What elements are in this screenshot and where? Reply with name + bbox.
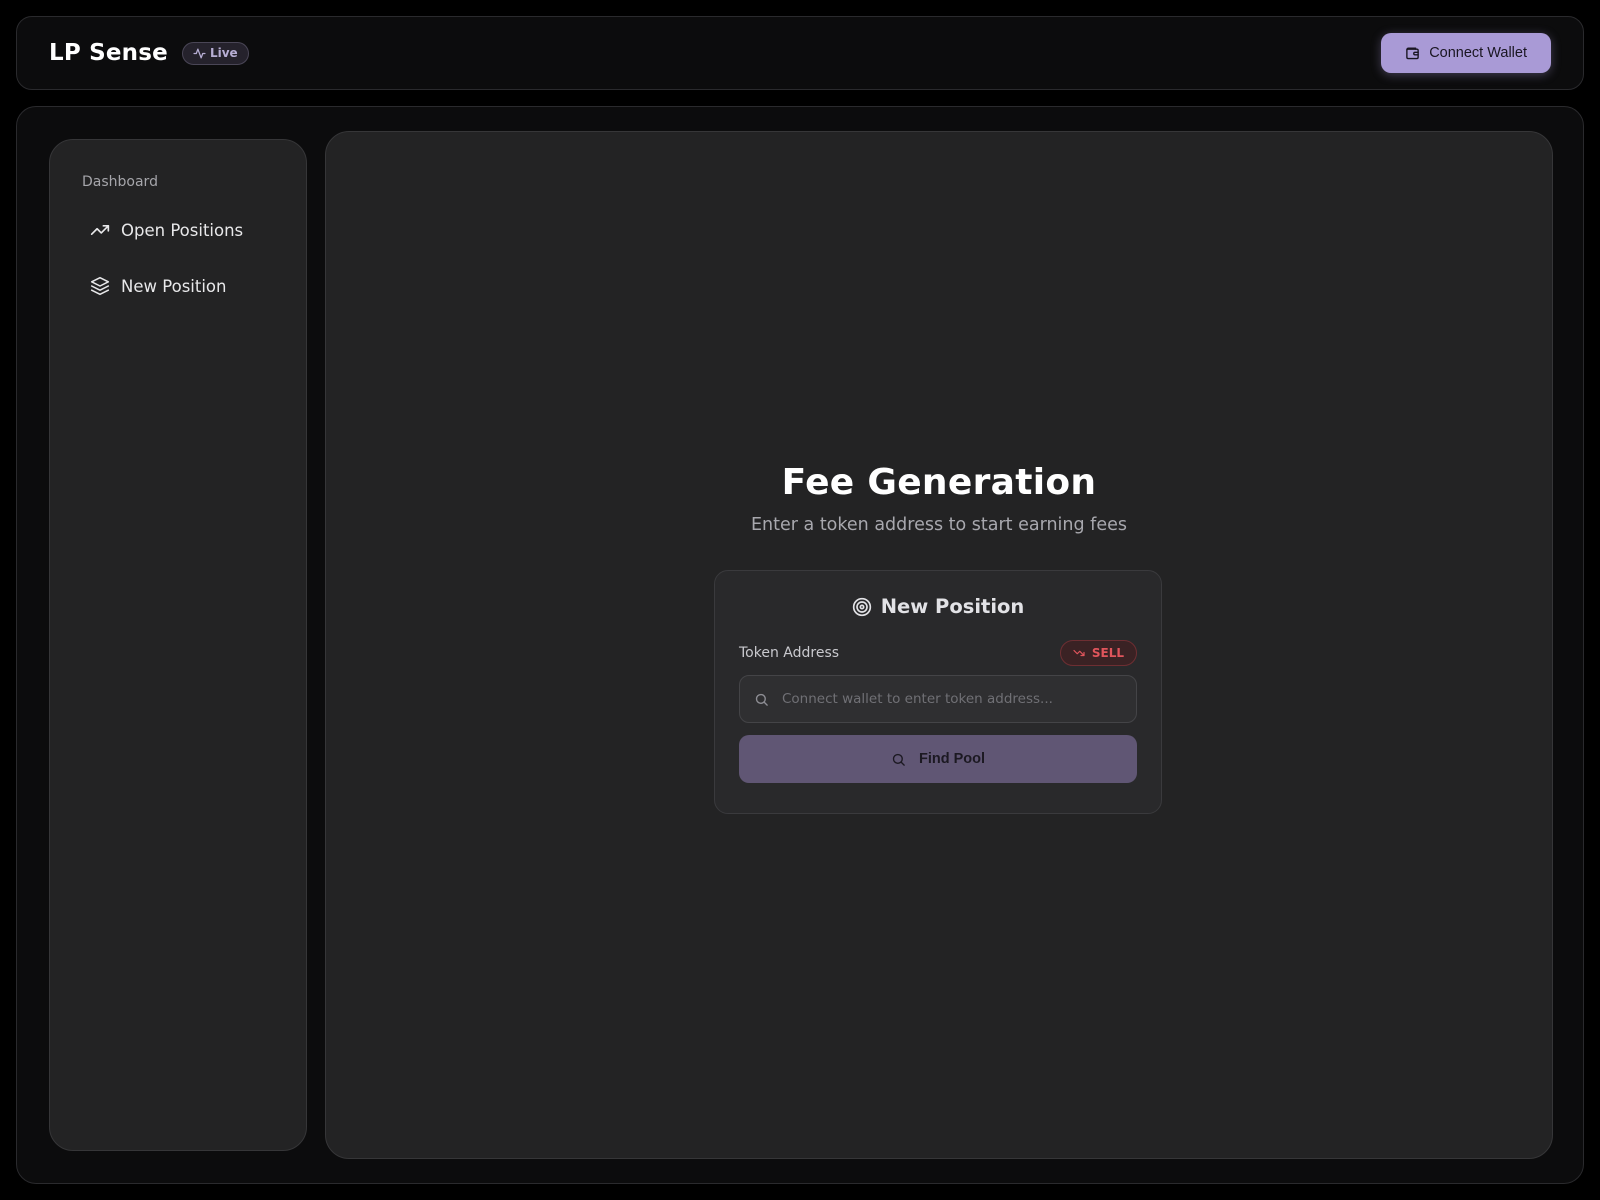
sidebar-item-new-position[interactable]: New Position	[82, 264, 306, 308]
live-badge: Live	[181, 41, 249, 65]
connect-wallet-label: Connect Wallet	[1429, 45, 1527, 61]
trending-down-icon	[1073, 649, 1085, 657]
sell-badge[interactable]: SELL	[1059, 640, 1137, 666]
layers-icon	[90, 276, 110, 296]
token-address-input[interactable]	[782, 691, 1122, 707]
search-icon	[892, 753, 905, 766]
search-icon	[755, 693, 768, 706]
sidebar-item-open-positions[interactable]: Open Positions	[82, 208, 306, 252]
sidebar-item-label: New Position	[121, 276, 227, 296]
field-row: Token Address SELL	[739, 640, 1137, 666]
card-title-label: New Position	[880, 595, 1025, 618]
content-panel: Fee Generation Enter a token address to …	[325, 131, 1553, 1159]
page-subtitle: Enter a token address to start earning f…	[751, 515, 1127, 535]
app-root: LP Sense Live Connect Wallet Dashboard O…	[0, 0, 1600, 1200]
hero: Fee Generation Enter a token address to …	[326, 462, 1552, 535]
trending-up-icon	[90, 225, 110, 235]
sidebar: Dashboard Open Positions New Position	[49, 139, 307, 1151]
activity-icon	[193, 48, 206, 58]
connect-wallet-button[interactable]: Connect Wallet	[1381, 33, 1551, 73]
target-icon	[852, 597, 871, 616]
card-title: New Position	[739, 595, 1137, 618]
top-header: LP Sense Live Connect Wallet	[16, 16, 1584, 90]
app-title: LP Sense	[49, 40, 168, 66]
sidebar-heading: Dashboard	[82, 174, 158, 190]
new-position-card: New Position Token Address SELL Connect …	[714, 570, 1162, 814]
brand: LP Sense Live	[49, 40, 249, 66]
live-badge-label: Live	[209, 46, 238, 60]
main-frame: Dashboard Open Positions New Position Fe…	[16, 106, 1584, 1184]
page-title: Fee Generation	[781, 462, 1097, 503]
sell-badge-label: SELL	[1091, 646, 1124, 660]
find-pool-button[interactable]: Find Pool	[739, 735, 1137, 783]
find-pool-label: Find Pool	[918, 751, 986, 767]
wallet-icon	[1406, 47, 1420, 59]
token-address-field	[739, 675, 1137, 723]
sidebar-item-label: Open Positions	[121, 220, 244, 240]
token-address-label: Token Address	[739, 645, 840, 661]
